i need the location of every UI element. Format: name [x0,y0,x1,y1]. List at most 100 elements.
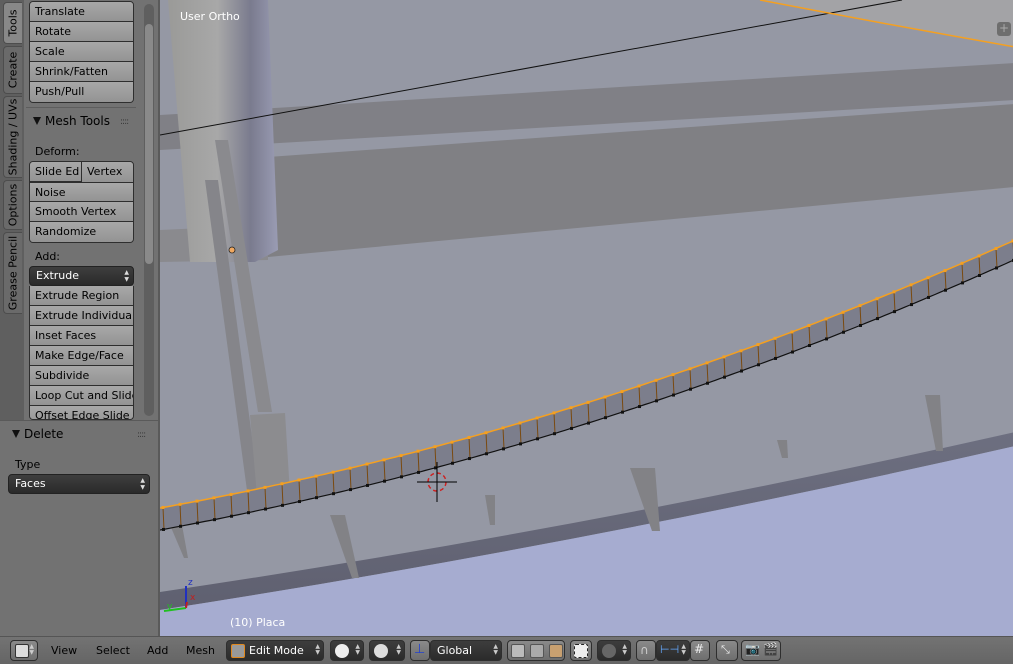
menu-view[interactable]: View [51,644,77,657]
limit-selection-icon [574,644,588,658]
push-pull-button[interactable]: Push/Pull [30,82,133,102]
pivot-point-dropdown[interactable]: ▲ ▼ [369,640,405,661]
3d-viewport[interactable]: User Ortho z x y (10) Placa + [158,0,1013,636]
tab-create[interactable]: Create [3,46,22,94]
subdivide-button[interactable]: Subdivide [30,366,133,386]
selected-vertex [535,416,539,420]
snap-target-button[interactable]: # [690,640,710,661]
editor-type-button[interactable]: ▲ ▼ [10,640,38,661]
selected-vertex [297,478,301,482]
limit-selection-toggle[interactable] [570,640,592,661]
scene-render [160,0,1013,636]
menu-mesh[interactable]: Mesh [186,644,215,657]
randomize-button[interactable]: Randomize [30,222,133,242]
vertex [298,500,301,504]
vertex [570,426,573,430]
z-axis-label: z [188,578,193,588]
active-object-label: (10) Placa [230,616,286,629]
vertex [604,416,607,420]
delete-type-dropdown[interactable]: Faces ▲ ▼ [8,474,150,494]
drag-grip-icon[interactable]: :::: [120,117,129,127]
extrude-dropdown[interactable]: Extrude ▲ ▼ [29,266,134,286]
selected-vertex [909,283,913,287]
vertex [468,457,471,461]
opengl-render-active-button[interactable]: ⤡ [716,640,738,661]
scale-button[interactable]: Scale [30,42,133,62]
delete-panel-header[interactable]: Delete [12,427,63,441]
inset-faces-button[interactable]: Inset Faces [30,326,133,346]
updown-arrows-icon: ▲ ▼ [493,643,498,656]
divider [26,107,136,108]
vertex [366,483,369,487]
viewport-shading-dropdown[interactable]: ▲ ▼ [330,640,364,661]
selected-vertex [552,411,556,415]
extrude-individual-button[interactable]: Extrude Individual [30,306,133,326]
mesh-tools-header[interactable]: Mesh Tools [33,114,110,128]
tool-shelf-scrollbar[interactable] [144,4,154,416]
vertex [995,266,998,270]
pivot-icon [374,644,388,658]
clapperboard-icon[interactable]: 🎬 [763,642,778,656]
vertex [893,310,896,314]
manipulator-toggle[interactable]: ⊥ [410,640,430,661]
shrink-fatten-button[interactable]: Shrink/Fatten [30,62,133,82]
vertex [842,330,845,334]
proportional-edit-dropdown[interactable]: ▲ ▼ [597,640,631,661]
3d-view-header: ▲ ▼ View Select Add Mesh Edit Mode ▲ ▼ ▲ ▼ … [0,636,1013,664]
tab-shading-uvs[interactable]: Shading / UVs [3,96,22,178]
deform-buttons: Slide Ed Vertex Noise Smooth Vertex Rand… [29,161,134,243]
slide-edge-button[interactable]: Slide Ed [30,162,82,182]
snap-toggle[interactable]: ∩ [636,640,656,661]
solid-shading-icon [335,644,349,658]
vertex [315,496,318,500]
make-edge-face-button[interactable]: Make Edge/Face [30,346,133,366]
snap-element-dropdown[interactable]: ⊢⊣ ▲ ▼ [656,640,690,661]
camera-render-icon[interactable]: 📷 [745,642,760,656]
selected-vertex [331,470,335,474]
selected-vertex [722,355,726,359]
select-mode-group [507,640,565,661]
edge-select-icon[interactable] [530,644,544,658]
selected-vertex [416,449,420,453]
vertex-slide-button[interactable]: Vertex [82,162,133,182]
menu-select[interactable]: Select [96,644,130,657]
tab-options[interactable]: Options [3,180,22,230]
deform-row: Slide Ed Vertex [30,162,133,182]
view-name-label: User Ortho [180,10,240,23]
rotate-button[interactable]: Rotate [30,22,133,42]
tab-grease-pencil[interactable]: Grease Pencil [3,232,22,314]
deform-label: Deform: [35,145,80,158]
orientation-dropdown[interactable]: Global ▲ ▼ [430,640,502,661]
expand-properties-button[interactable]: + [997,22,1011,36]
vertex [485,452,488,456]
face-select-icon[interactable] [549,644,563,658]
vertex [213,518,216,522]
offset-edge-slide-button[interactable]: Offset Edge Slide [30,406,133,419]
smooth-vertex-button[interactable]: Smooth Vertex [30,202,133,222]
selected-vertex [756,343,760,347]
render-arrows-icon: ⤡ [721,643,730,656]
menu-add[interactable]: Add [147,644,168,657]
vertex-select-icon[interactable] [511,644,525,658]
extrude-region-button[interactable]: Extrude Region [30,286,133,306]
vertex [349,488,352,492]
vertex [655,399,658,403]
vertex [944,288,947,292]
mode-dropdown[interactable]: Edit Mode ▲ ▼ [226,640,324,661]
loop-cut-slide-button[interactable]: Loop Cut and Slide [30,386,133,406]
vertex [162,527,165,531]
selected-vertex [314,474,318,478]
collapse-triangle-icon [33,117,41,125]
snap-grid-icon: # [694,642,705,656]
selected-vertex [348,466,352,470]
transform-buttons: Translate Rotate Scale Shrink/Fatten Pus… [29,1,134,103]
selected-vertex [943,269,947,273]
drag-grip-icon[interactable]: :::: [137,430,146,440]
noise-button[interactable]: Noise [30,182,133,202]
translate-button[interactable]: Translate [30,2,133,22]
scrollbar-thumb[interactable] [145,24,153,264]
tab-tools[interactable]: Tools [3,2,22,44]
tool-shelf: Tools Create Shading / UVs Options Greas… [0,0,158,420]
selected-vertex [960,261,964,265]
selected-vertex [892,290,896,294]
